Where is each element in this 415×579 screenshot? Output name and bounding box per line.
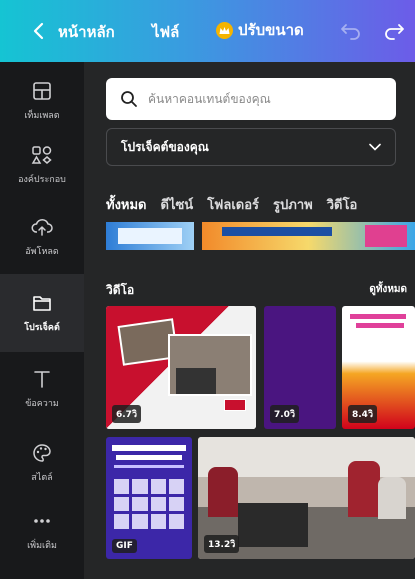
- chevron-down-icon: [369, 143, 381, 151]
- project-filter-dropdown[interactable]: โปรเจ็คต์ของคุณ: [106, 128, 396, 166]
- redo-button[interactable]: [383, 20, 405, 44]
- rail-item-more[interactable]: เพิ่มเติม: [0, 492, 84, 570]
- home-link[interactable]: หน้าหลัก: [58, 20, 115, 44]
- see-all-link[interactable]: ดูทั้งหมด: [369, 282, 407, 297]
- elements-icon: [31, 146, 52, 164]
- duration-badge: GIF: [112, 539, 137, 553]
- tab-images[interactable]: รูปภาพ: [273, 194, 313, 218]
- duration-badge: 7.0วิ: [270, 405, 299, 423]
- tab-all[interactable]: ทั้งหมด: [106, 194, 147, 218]
- videos-section-title: วิดีโอ: [106, 283, 135, 297]
- filter-tabs: ทั้งหมด ดีไซน์ โฟลเดอร์ รูปภาพ วิดีโอ: [106, 194, 415, 218]
- undo-button[interactable]: [340, 20, 362, 44]
- more-dots-icon: [34, 519, 50, 523]
- dropdown-value: โปรเจ็คต์ของคุณ: [121, 139, 209, 154]
- rail-item-projects[interactable]: โปรเจ็คต์: [0, 274, 84, 352]
- rail-label: องค์ประกอบ: [18, 175, 66, 185]
- design-thumbnails: [106, 222, 415, 252]
- top-bar: หน้าหลัก ไฟล์ ปรับขนาด: [0, 0, 415, 62]
- duration-badge: 8.4วิ: [348, 405, 377, 423]
- template-icon: [33, 82, 51, 100]
- undo-icon: [341, 24, 360, 40]
- file-menu-button[interactable]: ไฟล์: [152, 20, 179, 44]
- rail-label: อัพโหลด: [25, 247, 59, 257]
- video-thumbnail[interactable]: 7.0วิ: [264, 306, 336, 429]
- rail-label: สไตล์: [31, 473, 53, 483]
- search-icon: [121, 91, 137, 107]
- video-thumbnail[interactable]: 8.4วิ: [342, 306, 415, 429]
- rail-item-elements[interactable]: องค์ประกอบ: [0, 126, 84, 204]
- resize-label: ปรับขนาด: [238, 21, 304, 39]
- search-input[interactable]: [148, 92, 378, 106]
- duration-badge: 13.2วิ: [204, 535, 240, 553]
- tab-folders[interactable]: โฟลเดอร์: [207, 194, 259, 218]
- video-thumbnail[interactable]: 13.2วิ: [198, 437, 415, 559]
- duration-badge: 6.7วิ: [112, 405, 141, 423]
- projects-panel: โปรเจ็คต์ของคุณ ทั้งหมด ดีไซน์ โฟลเดอร์ …: [84, 62, 415, 579]
- video-thumbnail[interactable]: GIF: [106, 437, 192, 559]
- video-thumbnail[interactable]: 6.7วิ: [106, 306, 256, 429]
- search-box[interactable]: [106, 78, 396, 120]
- back-button[interactable]: [32, 0, 46, 62]
- rail-item-styles[interactable]: สไตล์: [0, 424, 84, 502]
- text-icon: [34, 371, 50, 388]
- rail-label: โปรเจ็คต์: [24, 323, 60, 333]
- tab-videos[interactable]: วิดีโอ: [327, 194, 358, 218]
- design-thumbnail[interactable]: [106, 222, 194, 250]
- rail-label: เพิ่มเติม: [27, 541, 57, 551]
- crown-icon: [216, 21, 233, 39]
- chevron-left-icon: [33, 22, 44, 40]
- rail-label: เท็มเพลต: [24, 111, 60, 121]
- redo-icon: [385, 24, 404, 40]
- folder-icon: [33, 296, 51, 311]
- rail-item-text[interactable]: ข้อความ: [0, 350, 84, 428]
- tab-designs[interactable]: ดีไซน์: [161, 194, 194, 218]
- resize-button[interactable]: ปรับขนาด: [216, 18, 304, 42]
- upload-cloud-icon: [31, 218, 53, 236]
- left-rail: เท็มเพลต องค์ประกอบ อัพโหลด โปรเจ็คต์ ข้…: [0, 62, 84, 579]
- rail-item-uploads[interactable]: อัพโหลด: [0, 198, 84, 276]
- design-thumbnail[interactable]: [202, 222, 415, 250]
- rail-label: ข้อความ: [25, 399, 59, 409]
- palette-icon: [33, 444, 51, 462]
